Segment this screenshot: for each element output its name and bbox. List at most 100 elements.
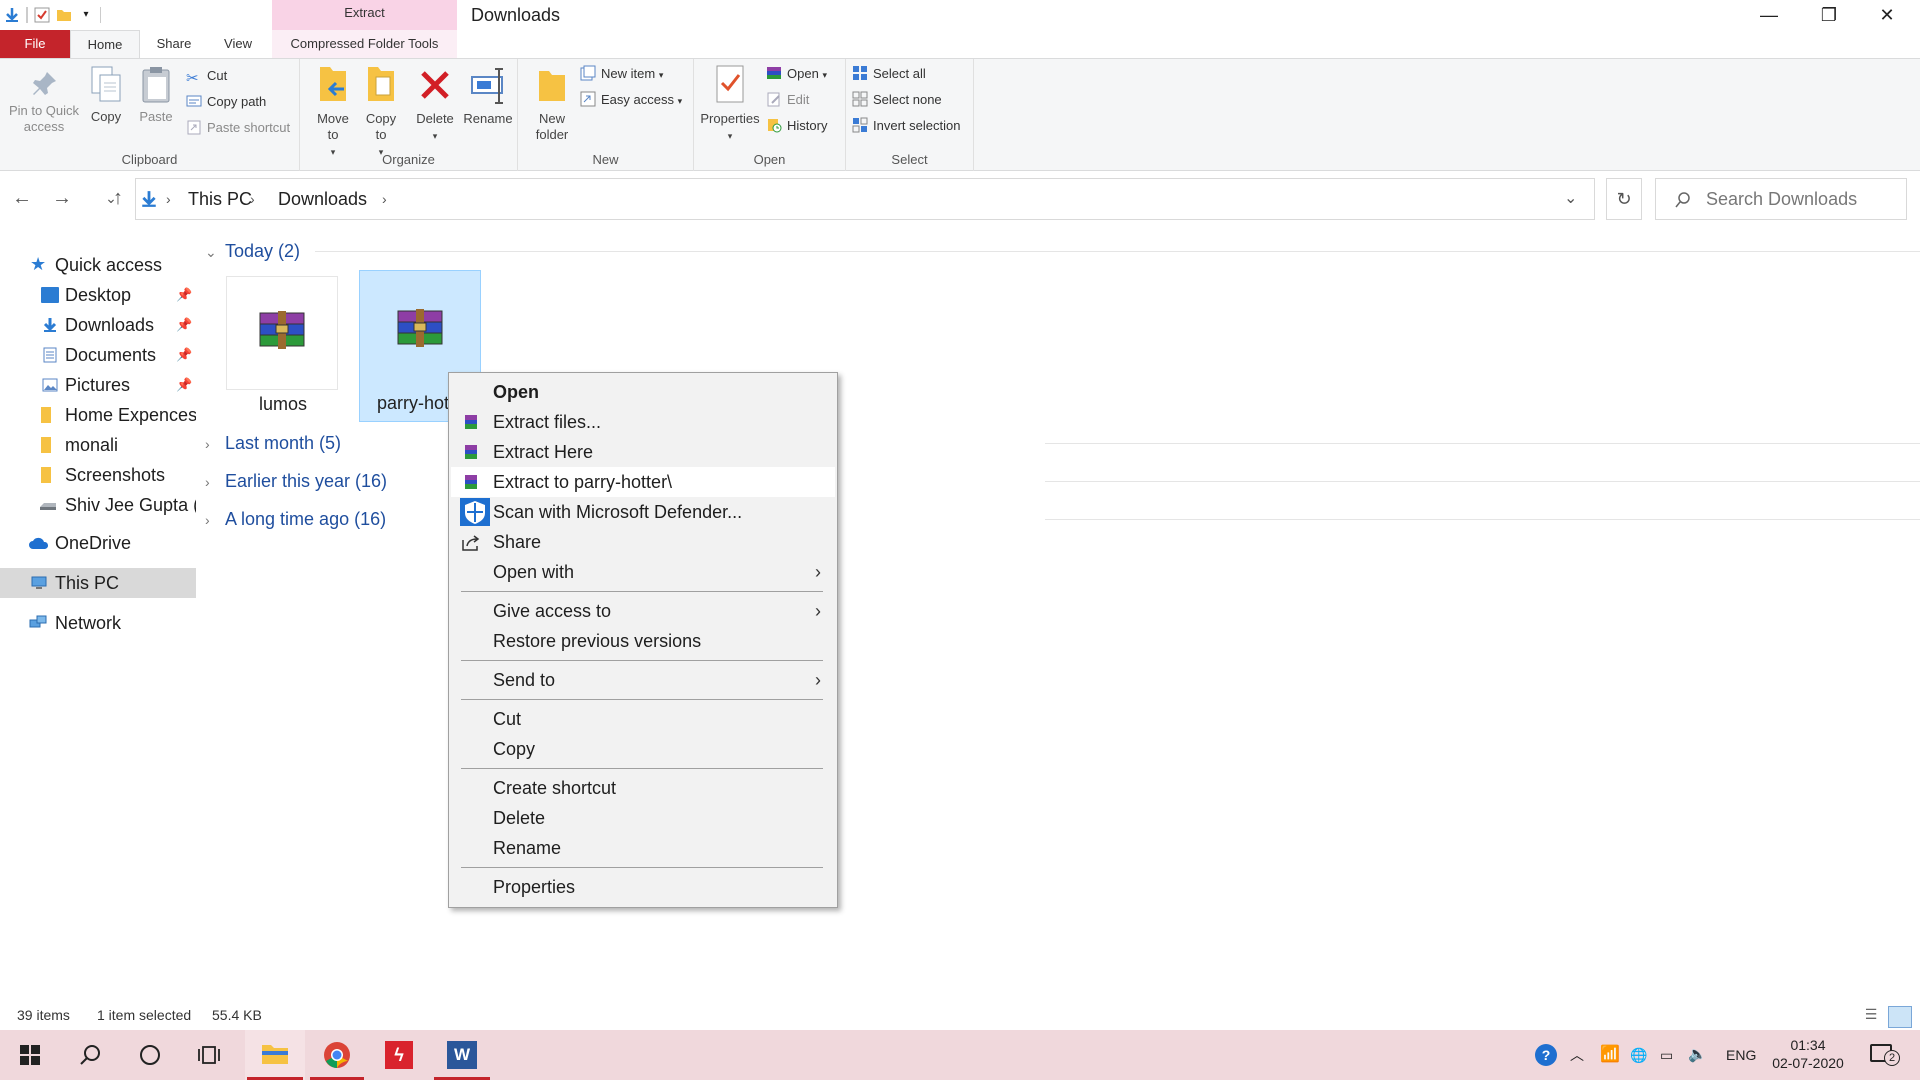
back-arrow-icon[interactable]: ←: [8, 184, 36, 212]
select-none-button[interactable]: Select none: [852, 89, 942, 111]
new-folder-icon[interactable]: [56, 7, 72, 23]
nav-desktop[interactable]: Desktop 📌: [0, 280, 196, 310]
group-long-time-ago[interactable]: › A long time ago (16): [205, 504, 386, 534]
address-history-chevron-icon[interactable]: ⌄: [1564, 179, 1577, 219]
new-item-button[interactable]: New item ▾: [580, 63, 663, 85]
breadcrumb-separator-icon[interactable]: ›: [250, 179, 255, 219]
chrome-taskbar-icon[interactable]: [308, 1030, 366, 1080]
address-bar[interactable]: › This PC › Downloads › ⌄: [135, 178, 1595, 220]
select-all-button[interactable]: Select all: [852, 63, 926, 85]
pin-icon[interactable]: 📌: [176, 310, 192, 340]
battery-icon[interactable]: ▭: [1660, 1030, 1673, 1080]
menu-item-extract-files[interactable]: Extract files...: [451, 407, 835, 437]
file-explorer-taskbar-icon[interactable]: [245, 1030, 305, 1080]
network-status-icon[interactable]: 🌐: [1630, 1030, 1647, 1080]
menu-item-open-with[interactable]: Open with ›: [451, 557, 835, 587]
menu-item-extract-to[interactable]: Extract to parry-hotter\: [451, 467, 835, 497]
move-to-button[interactable]: Move to ▾: [312, 63, 354, 160]
breadcrumb-separator-icon[interactable]: ›: [166, 179, 171, 219]
cortana-circle-icon[interactable]: [122, 1030, 178, 1080]
task-view-icon[interactable]: [182, 1030, 238, 1080]
nav-this-pc[interactable]: This PC: [0, 568, 196, 598]
tab-share[interactable]: Share: [146, 30, 202, 58]
up-arrow-icon[interactable]: ↑: [104, 184, 132, 212]
clock[interactable]: 01:34 02-07-2020: [1768, 1030, 1848, 1080]
app-red-taskbar-icon[interactable]: ϟ: [370, 1030, 428, 1080]
tab-home[interactable]: Home: [70, 30, 140, 58]
new-folder-button[interactable]: New folder: [530, 63, 574, 143]
nav-documents[interactable]: Documents 📌: [0, 340, 196, 370]
menu-item-give-access[interactable]: Give access to ›: [451, 596, 835, 626]
breadcrumb-downloads[interactable]: Downloads: [278, 179, 367, 219]
group-earlier-this-year[interactable]: › Earlier this year (16): [205, 466, 387, 496]
menu-item-create-shortcut[interactable]: Create shortcut: [451, 773, 835, 803]
breadcrumb-this-pc[interactable]: This PC: [188, 179, 252, 219]
tab-view[interactable]: View: [210, 30, 266, 58]
download-arrow-icon[interactable]: [4, 7, 20, 23]
pin-to-quick-access-button[interactable]: Pin to Quick access: [6, 69, 82, 135]
copy-path-button[interactable]: Copy path: [186, 91, 266, 113]
volume-icon[interactable]: 🔈: [1688, 1030, 1707, 1080]
rename-button[interactable]: Rename: [462, 63, 514, 127]
tray-overflow-chevron-icon[interactable]: ︿: [1570, 1030, 1584, 1080]
menu-item-share[interactable]: Share: [451, 527, 835, 557]
forward-arrow-icon[interactable]: →: [48, 184, 76, 212]
nav-downloads[interactable]: Downloads 📌: [0, 310, 196, 340]
paste-button[interactable]: Paste: [134, 65, 178, 125]
nav-screenshots[interactable]: Screenshots: [0, 460, 196, 490]
cut-button[interactable]: ✂ Cut: [186, 65, 227, 87]
menu-item-rename[interactable]: Rename: [451, 833, 835, 863]
wifi-icon[interactable]: 📶: [1600, 1030, 1620, 1080]
paste-shortcut-button[interactable]: Paste shortcut: [186, 117, 290, 139]
menu-item-restore-versions[interactable]: Restore previous versions: [451, 626, 835, 656]
edit-button[interactable]: Edit: [766, 89, 809, 111]
open-button[interactable]: Open ▾: [766, 63, 827, 85]
group-today[interactable]: ⌄ Today (2): [205, 236, 300, 266]
menu-item-properties[interactable]: Properties: [451, 872, 835, 902]
menu-item-extract-here[interactable]: Extract Here: [451, 437, 835, 467]
large-icons-view-icon[interactable]: [1888, 1006, 1912, 1028]
nav-quick-access[interactable]: ★ Quick access: [0, 250, 196, 280]
start-windows-icon[interactable]: [0, 1030, 56, 1080]
easy-access-button[interactable]: Easy access ▾: [580, 89, 682, 111]
menu-item-cut[interactable]: Cut: [451, 704, 835, 734]
properties-checkmark-icon[interactable]: [34, 7, 50, 23]
menu-item-delete[interactable]: Delete: [451, 803, 835, 833]
word-taskbar-icon[interactable]: W: [432, 1030, 492, 1080]
refresh-icon[interactable]: ↻: [1606, 178, 1642, 220]
nav-network[interactable]: Network: [0, 608, 196, 638]
group-last-month[interactable]: › Last month (5): [205, 428, 341, 458]
customize-qat-chevron-icon[interactable]: ▾: [78, 7, 94, 23]
search-box[interactable]: Search Downloads: [1655, 178, 1907, 220]
nav-monali[interactable]: monali: [0, 430, 196, 460]
language-indicator[interactable]: ENG: [1726, 1030, 1756, 1080]
nav-pictures[interactable]: Pictures 📌: [0, 370, 196, 400]
copy-to-button[interactable]: Copy to ▾: [360, 63, 402, 160]
properties-button[interactable]: Properties ▾: [698, 63, 762, 144]
pin-icon[interactable]: 📌: [176, 340, 192, 370]
nav-home-expences[interactable]: Home Expences: [0, 400, 196, 430]
pin-icon[interactable]: 📌: [176, 370, 192, 400]
pin-icon[interactable]: 📌: [176, 280, 192, 310]
minimize-icon[interactable]: —: [1740, 0, 1798, 30]
menu-item-send-to[interactable]: Send to ›: [451, 665, 835, 695]
breadcrumb-separator-icon[interactable]: ›: [382, 179, 387, 219]
restore-icon[interactable]: ❐: [1800, 0, 1858, 30]
close-icon[interactable]: ✕: [1858, 0, 1916, 30]
nav-onedrive[interactable]: OneDrive: [0, 528, 196, 558]
notification-center-icon[interactable]: 2: [1866, 1030, 1906, 1080]
tab-file[interactable]: File: [0, 30, 70, 58]
menu-item-open[interactable]: Open: [451, 377, 835, 407]
file-tile-lumos[interactable]: lumos: [222, 272, 344, 422]
copy-button[interactable]: Copy: [86, 65, 126, 125]
delete-button[interactable]: Delete ▾: [412, 63, 458, 144]
search-icon[interactable]: [62, 1030, 118, 1080]
details-view-icon[interactable]: ☰: [1860, 1006, 1882, 1026]
menu-item-copy[interactable]: Copy: [451, 734, 835, 764]
history-button[interactable]: History: [766, 115, 827, 137]
nav-drive-e[interactable]: Shiv Jee Gupta (E: [0, 490, 196, 520]
tab-compressed-folder-tools[interactable]: Compressed Folder Tools: [272, 30, 457, 58]
menu-item-scan-defender[interactable]: Scan with Microsoft Defender...: [451, 497, 835, 527]
invert-selection-button[interactable]: Invert selection: [852, 115, 960, 137]
help-tray-icon[interactable]: ?: [1535, 1030, 1557, 1080]
